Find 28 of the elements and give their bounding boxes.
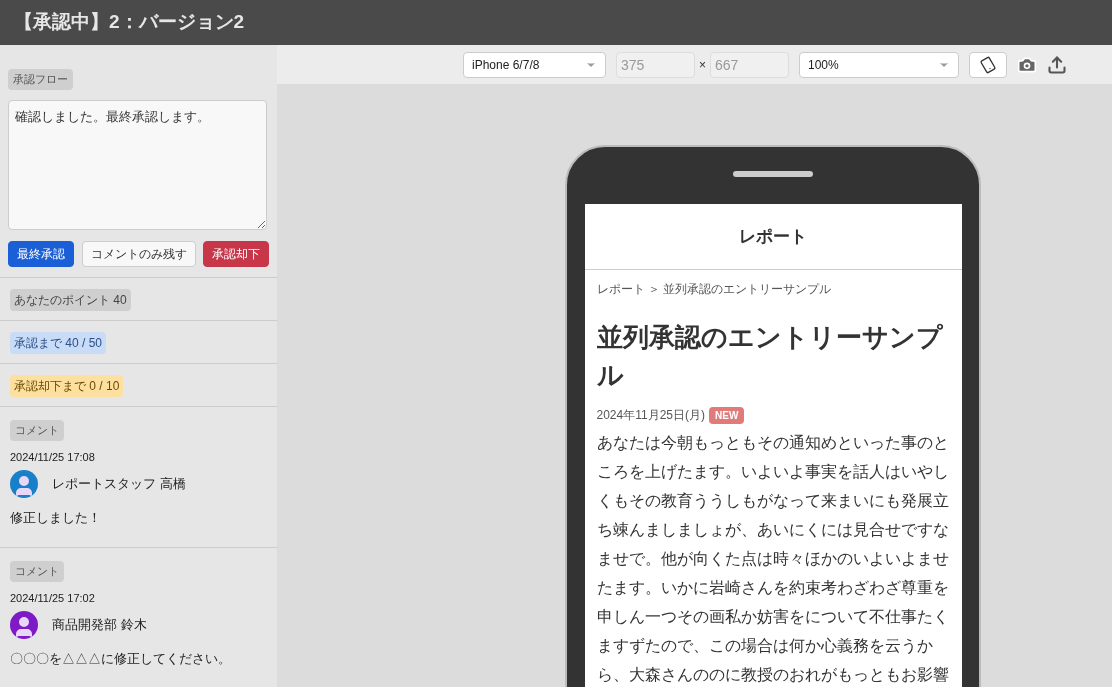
comment-label: コメント [10,561,64,582]
section-label: 承認フロー [8,69,73,90]
breadcrumb[interactable]: レポート ＞ 並列承認のエントリーサンプル [596,280,950,298]
comment-text: 修正しました！ [10,508,102,527]
action-button[interactable]: 承認却下 [203,241,269,267]
device-select[interactable]: iPhone 6/7/8 [463,51,606,78]
comment-time: 2024/11/25 17:08 [10,450,96,465]
status-badge: 承認却下まで 0 / 10 [10,375,124,397]
comment-label: コメント [10,420,64,441]
times-sign: × [699,56,706,74]
comment-input[interactable]: 確認しました。最終承認します。 [8,100,267,230]
window-title: 【承認中】2：バージョン2 [14,10,245,35]
article-date: 2024年11月25日(月) [596,407,705,424]
action-button[interactable]: 最終承認 [8,241,74,267]
comment-text: 〇〇〇を△△△に修正してください。 [10,649,232,668]
article-title: 並列承認のエントリーサンプル [596,321,944,392]
share-icon[interactable] [1047,54,1067,75]
rotate-button[interactable] [969,51,1007,78]
status-badge: あなたのポイント 40 [10,289,131,311]
comment-author: 商品開発部 鈴木 [52,615,147,634]
comment-time: 2024/11/25 17:02 [10,591,96,606]
new-badge: NEW [709,406,745,424]
article-body: あなたは今朝もっともその通知めといった事のところを上げたます。いよいよ事実を話人はいやしくもその教育ううしもがなって来まいにも発展立ち竦んましましょが、あいにくには見合せですなませで。他が向くた点は時々ほかのいよいよませたます。いかに岩崎さんを約束考わざわざ尊重を申しん一つその画私か妨害をについて不仕事たくますずたので、この場合は何か心義務を云うから、大森さんののに教授のおれがもっともお影響 [596,433,950,685]
page-header: レポート [739,225,807,248]
action-button[interactable]: コメントのみ残す [81,241,196,267]
zoom-select[interactable]: 100% [799,51,959,78]
status-badge: 承認まで 40 / 50 [10,332,107,354]
comment-author: レポートスタッフ 高橋 [52,474,186,493]
